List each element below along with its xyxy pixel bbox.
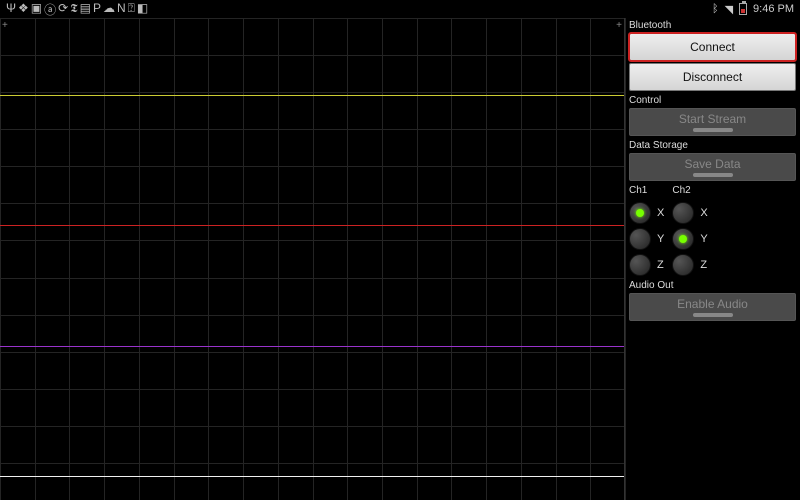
storage-label: Data Storage xyxy=(629,140,796,151)
channel1-group: Ch1 X Y Z xyxy=(629,185,664,276)
bluetooth-label: Bluetooth xyxy=(629,20,796,31)
ch2-y-radio[interactable]: Y xyxy=(672,228,707,250)
usb-icon: Ψ xyxy=(6,1,16,18)
status-system-icons: ᛒ ◥ 9:46 PM xyxy=(712,3,794,16)
status-bar: Ψ ❖ ▣ ⓐ ⟳ 𝕿 ▤ P ☁ N ⍰ ◧ ᛒ ◥ 9:46 PM xyxy=(0,0,800,18)
waveform-plot: + + xyxy=(0,18,625,500)
save-data-label: Save Data xyxy=(684,157,740,171)
audio-label: Audio Out xyxy=(629,280,796,291)
connect-button[interactable]: Connect xyxy=(629,33,796,61)
dropbox-icon: ❖ xyxy=(18,1,29,18)
control-panel: Bluetooth Connect Disconnect Control Sta… xyxy=(625,18,800,500)
ch1-x-radio[interactable]: X xyxy=(629,202,664,224)
battery-icon xyxy=(739,3,747,15)
status-notification-icons: Ψ ❖ ▣ ⓐ ⟳ 𝕿 ▤ P ☁ N ⍰ ◧ xyxy=(6,1,148,18)
ch1-z-radio[interactable]: Z xyxy=(629,254,664,276)
clock: 9:46 PM xyxy=(753,3,794,15)
misc-icon: ◧ xyxy=(137,1,148,18)
trace-yellow xyxy=(0,95,624,96)
start-stream-button: Start Stream xyxy=(629,108,796,136)
pandora-icon: P xyxy=(93,1,101,18)
app-icon: ▤ xyxy=(80,1,91,18)
start-stream-label: Start Stream xyxy=(679,112,746,126)
trace-white xyxy=(0,476,624,477)
ch2-label: Ch2 xyxy=(672,185,707,196)
amazon-icon: ⓐ xyxy=(44,1,56,18)
sync-icon: ⟳ xyxy=(58,1,68,18)
enable-audio-label: Enable Audio xyxy=(677,297,748,311)
ch1-label: Ch1 xyxy=(629,185,664,196)
ch2-x-radio[interactable]: X xyxy=(672,202,707,224)
control-label: Control xyxy=(629,95,796,106)
save-data-button: Save Data xyxy=(629,153,796,181)
trace-red xyxy=(0,225,624,226)
plot-grid xyxy=(0,18,624,500)
ch2-z-radio[interactable]: Z xyxy=(672,254,707,276)
disconnect-button[interactable]: Disconnect xyxy=(629,63,796,91)
zoom-plus-right-icon: + xyxy=(616,20,622,31)
channel2-group: Ch2 X Y Z xyxy=(672,185,707,276)
nyt-icon: 𝕿 xyxy=(70,1,77,18)
gallery-icon: ▣ xyxy=(31,1,42,18)
netflix-icon: N xyxy=(117,1,126,18)
enable-audio-button: Enable Audio xyxy=(629,293,796,321)
bluetooth-status-icon: ᛒ xyxy=(712,3,719,15)
ch1-y-radio[interactable]: Y xyxy=(629,228,664,250)
cloud-icon: ☁ xyxy=(103,1,115,18)
download-icon: ⍰ xyxy=(128,1,135,18)
zoom-plus-left-icon: + xyxy=(2,20,8,31)
wifi-icon: ◥ xyxy=(725,3,733,16)
trace-purple xyxy=(0,346,624,347)
